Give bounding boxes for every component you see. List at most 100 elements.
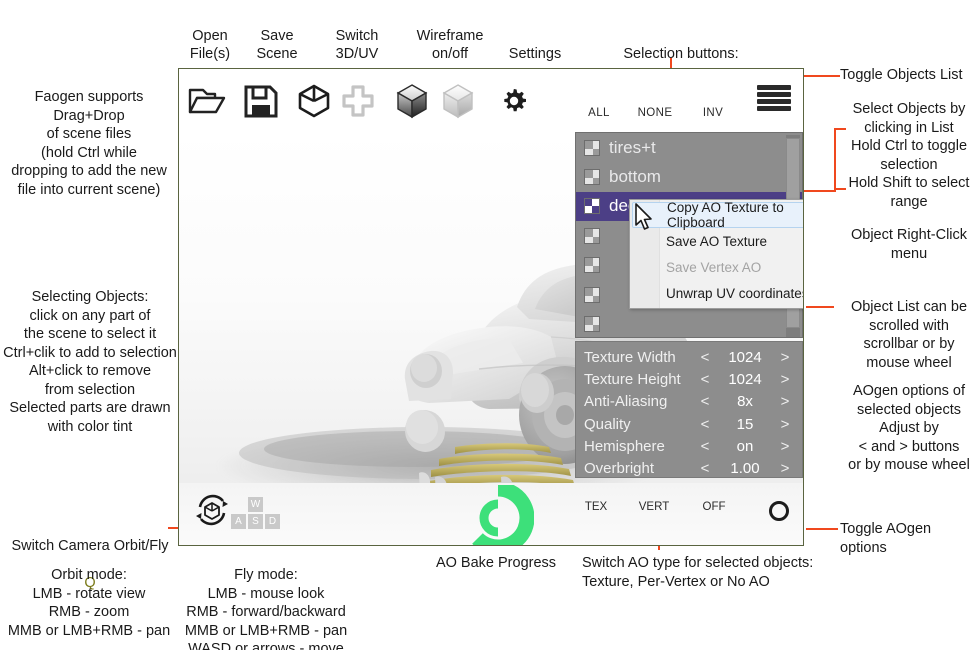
wireframe-off-button[interactable] <box>436 81 480 121</box>
aogen-option-increment-button[interactable]: > <box>774 349 796 366</box>
aogen-option-decrement-button[interactable]: < <box>694 416 716 433</box>
aogen-option-decrement-button[interactable]: < <box>694 393 716 410</box>
checker-thumbnail-icon <box>584 257 600 274</box>
aogen-option-decrement-button[interactable]: < <box>694 349 716 366</box>
context-menu-item[interactable]: Copy AO Texture to Clipboard <box>632 200 803 230</box>
checker-thumbnail-icon <box>584 198 600 215</box>
annotation-wireframe-title: Wireframe on/off <box>416 27 484 63</box>
aogen-option-row: Hemisphere < on > <box>584 435 796 457</box>
cube-shaded-icon <box>396 84 428 119</box>
open-files-button[interactable] <box>185 81 229 121</box>
annotation-selection-line1: Selection buttons: <box>623 45 739 62</box>
annotation-toggle-aogen-options: Toggle AOgen options <box>840 521 932 556</box>
aogen-option-row: Texture Width <1024 > <box>584 346 796 368</box>
key-w: W <box>248 497 263 512</box>
annotation-drag-drop: Faogen supports Drag+Drop of scene files… <box>11 89 167 198</box>
wireframe-on-button[interactable] <box>390 81 434 121</box>
annotation-open-files-title: Open File(s) <box>189 27 231 63</box>
annotation-settings-title: Settings <box>508 45 562 62</box>
aogen-option-value[interactable]: 1.00 <box>716 460 774 477</box>
annotation-ao-bake-progress: AO Bake Progress <box>435 555 557 571</box>
checker-thumbnail-icon <box>584 316 600 333</box>
toolbar: ALL NONE INV <box>179 69 803 131</box>
annotation-selecting-objects: Selecting Objects: click on any part of … <box>3 289 177 435</box>
annotation-switch-ao-type: Switch AO type for selected objects: Tex… <box>582 555 814 590</box>
context-menu-item[interactable]: Unwrap UV coordinates <box>630 280 803 306</box>
select-invert-button[interactable]: INV <box>690 107 736 119</box>
switch-uv-button[interactable] <box>336 81 380 121</box>
annotation-switch-3d-uv-title: Switch 3D/UV <box>335 27 379 63</box>
aogen-option-increment-button[interactable]: > <box>774 416 796 433</box>
aogen-option-name: Texture Height <box>584 370 681 388</box>
select-all-button[interactable]: ALL <box>576 107 622 119</box>
toggle-objects-list-button[interactable] <box>757 83 791 113</box>
object-list-item[interactable] <box>576 309 802 337</box>
leader-line-scrollbar <box>806 306 834 308</box>
settings-button[interactable] <box>492 81 536 121</box>
aogen-option-row: Texture Height <1024 > <box>584 368 796 390</box>
context-menu-items: Copy AO Texture to Clipboard Save AO Text… <box>630 200 803 306</box>
ao-bake-progress-spinner <box>472 481 535 545</box>
save-scene-button[interactable] <box>239 81 283 121</box>
gear-icon <box>504 89 526 112</box>
annotation-select-objects-by-list: Select Objects by clicking in List Hold … <box>848 101 970 210</box>
aogen-option-increment-button[interactable]: > <box>774 460 796 477</box>
ao-type-off-button[interactable]: OFF <box>691 501 737 513</box>
annotation-object-list-scroll: Object List can be scrolled with scrollb… <box>850 299 968 371</box>
hamburger-icon-bar-3 <box>757 99 791 104</box>
annotation-object-right-click-menu: Object Right-Click menu <box>850 227 968 262</box>
aogen-option-row: Anti-Aliasing <8x > <box>584 391 796 413</box>
annotation-fly-mode: Fly mode: LMB - mouse look RMB - forward… <box>184 567 348 650</box>
cube-light-icon <box>442 84 474 119</box>
ao-bake-progress-indicator <box>462 481 535 545</box>
hamburger-icon-bar-1 <box>757 85 791 90</box>
ao-type-tex-button[interactable]: TEX <box>573 501 619 513</box>
aogen-option-value[interactable]: 15 <box>716 416 774 433</box>
camera-orbit-toggle-button[interactable] <box>193 491 231 534</box>
aogen-option-row: Quality <15 > <box>584 413 796 435</box>
checker-thumbnail-icon <box>584 169 600 186</box>
object-list-item[interactable]: tires+t <box>576 133 802 162</box>
object-list-item-label: tires+t <box>609 137 656 157</box>
aogen-option-value[interactable]: 8x <box>716 393 774 410</box>
floppy-disk-icon <box>244 85 278 117</box>
aogen-option-increment-button[interactable]: > <box>774 438 796 455</box>
aogen-option-value[interactable]: 1024 <box>716 371 774 388</box>
aogen-option-increment-button[interactable]: > <box>774 371 796 388</box>
aogen-option-decrement-button[interactable]: < <box>694 371 716 388</box>
annotation-toggle-objects-list: Toggle Objects List <box>840 67 963 83</box>
aogen-option-row: Overbright <1.00 > <box>584 457 796 479</box>
key-s: S <box>248 514 263 529</box>
aogen-option-value[interactable]: on <box>716 438 774 455</box>
faogen-app-window: ALL NONE INV tires+t bottom Copy AO Text… <box>178 68 804 546</box>
annotation-save-scene-title: Save Scene <box>256 27 298 63</box>
aogen-option-name: Hemisphere <box>584 437 665 455</box>
checker-thumbnail-icon <box>584 286 600 303</box>
camera-orbit-icon <box>196 494 228 526</box>
context-menu-item[interactable]: Save AO Texture <box>630 228 803 254</box>
leader-line-select-list-vert <box>834 128 836 190</box>
checker-thumbnail-icon <box>584 227 600 244</box>
aogen-option-value[interactable]: 1024 <box>716 349 774 366</box>
aogen-options-rows: Texture Width <1024 > Texture Height <1024 > A… <box>584 346 796 480</box>
annotation-aogen-options: AOgen options of selected objects Adjust… <box>848 383 970 473</box>
folder-open-icon <box>188 88 226 114</box>
bottom-bar: W A S D TEX VERT OFF <box>179 481 803 545</box>
object-list-item[interactable]: bottom <box>576 162 802 191</box>
context-menu-item: Save Vertex AO <box>666 259 762 275</box>
switch-3d-button[interactable] <box>292 81 336 121</box>
key-d: D <box>265 514 280 529</box>
aogen-option-name: Overbright <box>584 460 655 478</box>
toggle-aogen-options-button[interactable] <box>769 501 789 521</box>
select-none-button[interactable]: NONE <box>632 107 678 119</box>
aogen-option-increment-button[interactable]: > <box>774 393 796 410</box>
aogen-options-panel[interactable]: Texture Width <1024 > Texture Height <1024 > A… <box>575 341 803 478</box>
aogen-option-decrement-button[interactable]: < <box>694 438 716 455</box>
aogen-option-decrement-button[interactable]: < <box>694 460 716 477</box>
ao-type-vert-button[interactable]: VERT <box>631 501 677 513</box>
annotation-switch-camera-text: Switch Camera Orbit/Fly <box>11 537 169 554</box>
cube-wire-icon <box>298 84 330 118</box>
uv-cross-icon <box>342 85 374 117</box>
object-list-item-label: bottom <box>609 167 661 187</box>
checker-thumbnail-icon <box>584 139 600 156</box>
